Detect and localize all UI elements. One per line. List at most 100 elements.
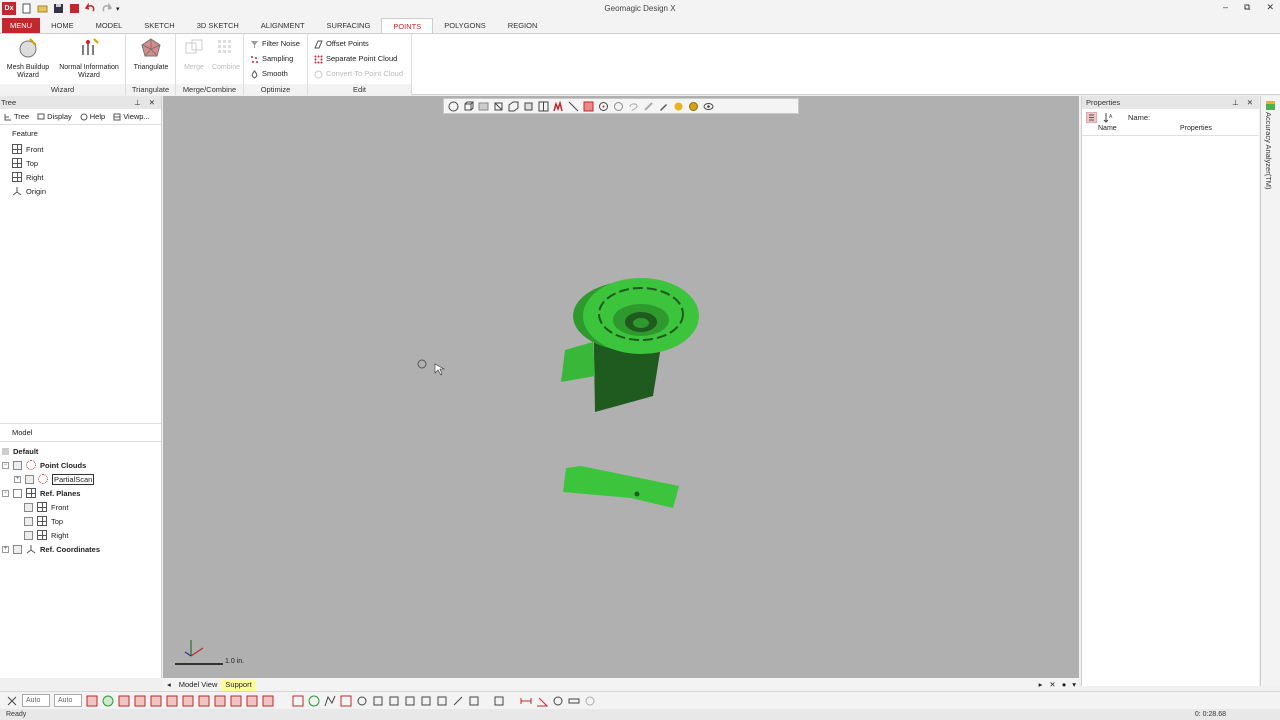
measure-section-icon[interactable] — [568, 695, 580, 707]
measure-angle-icon[interactable] — [536, 695, 548, 707]
subtab-tree[interactable]: Tree — [0, 112, 33, 121]
open-folder-icon[interactable] — [37, 3, 48, 14]
upper-scan-part[interactable] — [561, 278, 699, 412]
circle-select-icon[interactable] — [308, 695, 320, 707]
tab-surfacing[interactable]: SURFACING — [316, 18, 382, 33]
sort-icon[interactable]: A — [1103, 112, 1114, 123]
mesh-scene[interactable] — [163, 96, 1079, 678]
close-icon[interactable]: ✕ — [1247, 96, 1253, 109]
column-header-name[interactable]: Name — [1082, 125, 1164, 135]
polyline-select-icon[interactable] — [324, 695, 336, 707]
invert-select-icon[interactable] — [452, 695, 464, 707]
feature-item-origin[interactable]: Origin — [12, 184, 161, 198]
selection-target-combo[interactable]: Auto — [54, 694, 82, 707]
column-header-properties[interactable]: Properties — [1164, 125, 1212, 135]
combine-button[interactable]: Combine — [210, 37, 242, 72]
measure-radius-icon[interactable] — [552, 695, 564, 707]
smooth-button[interactable]: Smooth — [250, 68, 288, 80]
tree-item-ref-coordinates[interactable]: + Ref. Coordinates — [0, 542, 161, 556]
feature-item-front[interactable]: Front — [12, 142, 161, 156]
select-faces-icon[interactable] — [150, 695, 162, 707]
select-ref-geometry-icon[interactable] — [246, 695, 258, 707]
undo-icon[interactable] — [85, 3, 96, 14]
select-through-icon[interactable] — [404, 695, 416, 707]
tree-item-plane-right[interactable]: Right — [0, 528, 161, 542]
selection-filter-icon[interactable] — [6, 695, 18, 707]
subtab-help[interactable]: Help — [76, 112, 109, 121]
record-icon[interactable]: ● — [1059, 680, 1070, 689]
visibility-toggle[interactable] — [24, 530, 33, 540]
redo-icon[interactable] — [101, 3, 112, 14]
selection-mode-combo[interactable]: Auto — [22, 694, 50, 707]
normal-information-wizard-button[interactable]: Normal Information Wizard — [55, 37, 123, 80]
rectangle-select-icon[interactable] — [292, 695, 304, 707]
tab-support[interactable]: Support — [221, 678, 256, 691]
tree-item-ref-planes[interactable]: − Ref. Planes — [0, 486, 161, 500]
tab-home[interactable]: HOME — [40, 18, 85, 33]
save-icon[interactable] — [53, 3, 64, 14]
visibility-toggle[interactable] — [25, 474, 34, 484]
close-icon[interactable]: ✕ — [149, 96, 155, 109]
tab-points[interactable]: POINTS — [381, 18, 434, 33]
select-features-icon[interactable] — [230, 695, 242, 707]
visibility-toggle[interactable] — [13, 544, 22, 554]
pin-icon[interactable]: ⊥ — [1232, 96, 1239, 109]
tree-item-plane-top[interactable]: Top — [0, 514, 161, 528]
tab-list-dropdown-icon[interactable]: ▾ — [1069, 680, 1079, 689]
subtab-display[interactable]: Display — [33, 112, 76, 121]
grow-select-icon[interactable] — [420, 695, 432, 707]
visibility-toggle[interactable] — [13, 488, 22, 498]
quick-access-dropdown-icon[interactable]: ▾ — [116, 5, 120, 13]
tab-menu[interactable]: MENU — [2, 18, 41, 33]
restore-button[interactable]: ⧉ — [1244, 2, 1250, 13]
new-file-icon[interactable] — [21, 3, 32, 14]
sampling-button[interactable]: Sampling — [250, 53, 293, 65]
tree-item-partial-scan[interactable]: + PartialScan — [0, 472, 161, 486]
display-options-icon[interactable] — [494, 695, 506, 707]
tab-model-view[interactable]: Model View — [175, 679, 222, 691]
tab-3d-sketch[interactable]: 3D SKETCH — [186, 18, 250, 33]
shrink-select-icon[interactable] — [436, 695, 448, 707]
feature-item-top[interactable]: Top — [12, 156, 161, 170]
select-curves-icon[interactable] — [262, 695, 274, 707]
tab-alignment[interactable]: ALIGNMENT — [250, 18, 316, 33]
feature-item-right[interactable]: Right — [12, 170, 161, 184]
merge-button[interactable]: Merge — [179, 37, 209, 72]
model-viewport[interactable]: 1.0 in. — [163, 96, 1079, 678]
mesh-buildup-wizard-button[interactable]: Mesh Buildup Wizard — [3, 37, 53, 80]
pin-icon[interactable]: ⊥ — [134, 96, 141, 109]
visibility-toggle[interactable] — [24, 502, 33, 512]
tab-sketch[interactable]: SKETCH — [133, 18, 185, 33]
tree-item-plane-front[interactable]: Front — [0, 500, 161, 514]
minimize-button[interactable]: – — [1223, 2, 1228, 13]
tab-model[interactable]: MODEL — [85, 18, 134, 33]
accuracy-analyzer-tab[interactable]: Accuracy Analyzer(TM) — [1264, 112, 1273, 190]
tab-region[interactable]: REGION — [497, 18, 549, 33]
expand-toggle[interactable]: + — [2, 545, 9, 553]
import-icon[interactable] — [69, 3, 80, 14]
visibility-toggle[interactable] — [13, 460, 22, 470]
lower-scan-part[interactable] — [563, 466, 679, 508]
close-button[interactable]: ✕ — [1266, 2, 1274, 13]
collapse-toggle[interactable]: − — [2, 461, 9, 469]
model-root-default[interactable]: Default — [0, 444, 161, 458]
visibility-toggle[interactable] — [24, 516, 33, 526]
select-edges-icon[interactable] — [166, 695, 178, 707]
select-sketch-icon[interactable] — [214, 695, 226, 707]
subtab-viewports[interactable]: Viewp... — [109, 112, 154, 121]
measure-point-icon[interactable] — [584, 695, 596, 707]
lasso-select-icon[interactable] — [340, 695, 352, 707]
select-vertices-icon[interactable] — [182, 695, 194, 707]
select-mesh-icon[interactable] — [102, 695, 114, 707]
tree-item-point-clouds[interactable]: − Point Clouds — [0, 458, 161, 472]
extend-select-icon[interactable] — [388, 695, 400, 707]
convert-to-point-cloud-button[interactable]: Convert To Point Cloud — [314, 68, 403, 80]
select-bodies-icon[interactable] — [198, 695, 210, 707]
close-tab-icon[interactable]: ✕ — [1046, 680, 1058, 689]
scroll-left-icon[interactable]: ◂ — [163, 680, 175, 689]
triangulate-button[interactable]: Triangulate — [129, 37, 173, 72]
offset-points-button[interactable]: Offset Points — [314, 38, 369, 50]
separate-point-cloud-button[interactable]: Separate Point Cloud — [314, 53, 397, 65]
tab-polygons[interactable]: POLYGONS — [433, 18, 497, 33]
category-view-icon[interactable] — [1086, 111, 1097, 123]
